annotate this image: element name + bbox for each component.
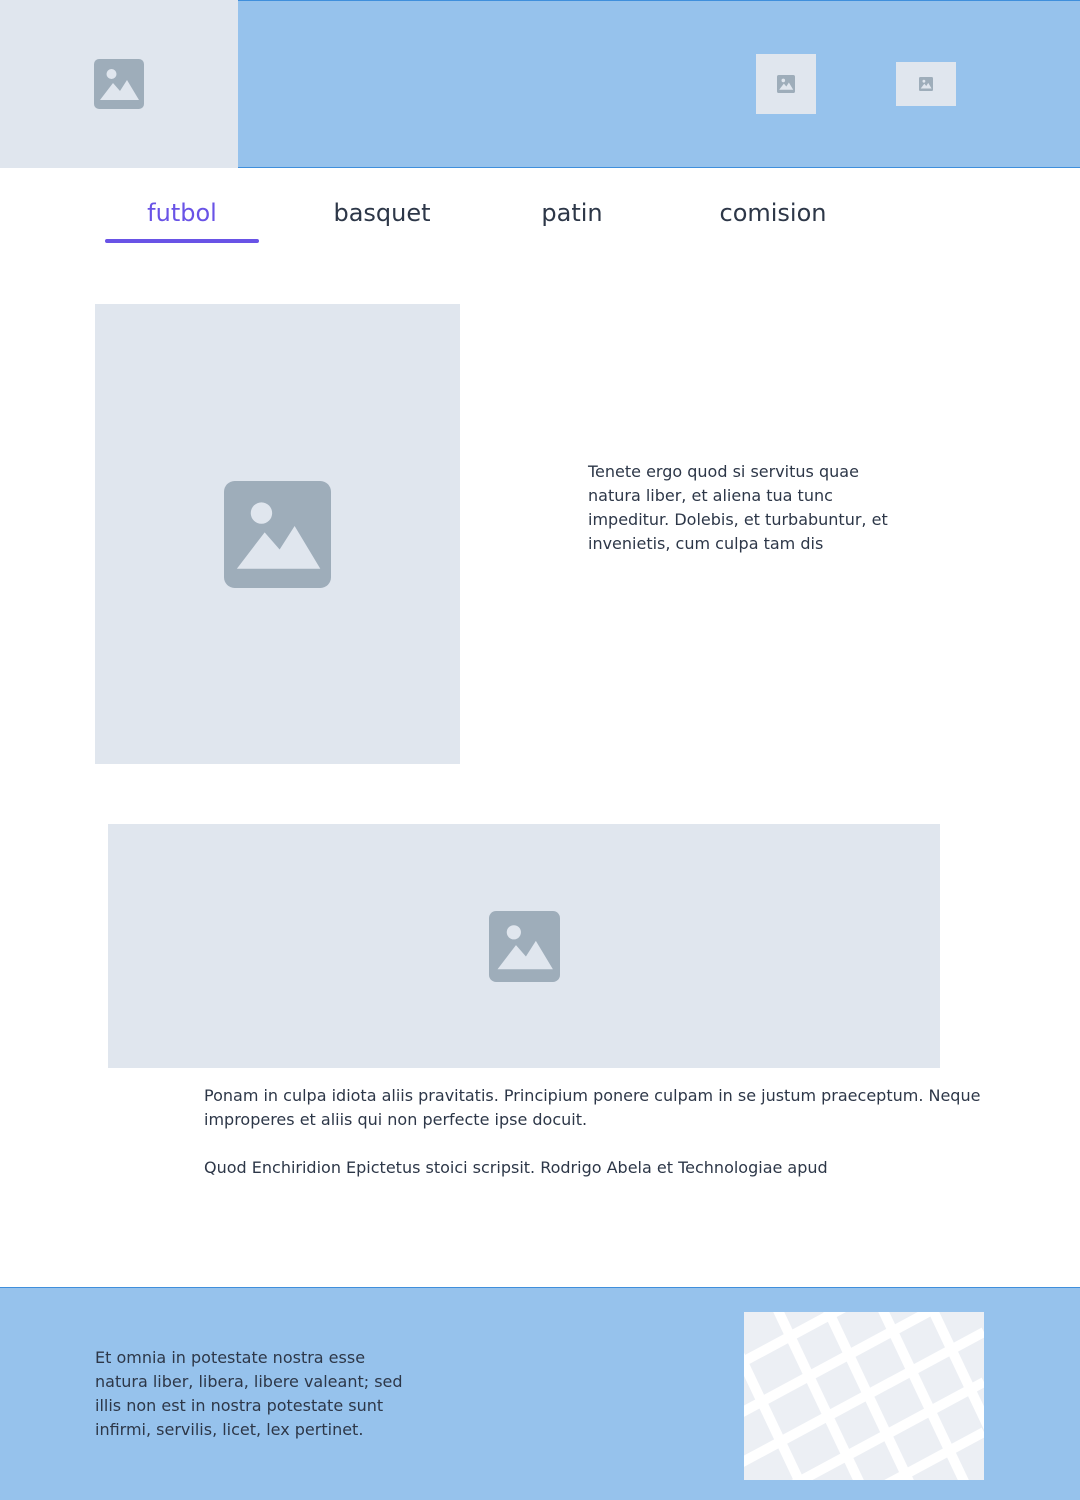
tab-comision[interactable]: comision <box>693 196 853 230</box>
paragraph: Quod Enchiridion Epictetus stoici scrips… <box>204 1158 828 1177</box>
map-placeholder-icon <box>744 1312 984 1480</box>
paragraph: Ponam in culpa idiota aliis pravitatis. … <box>204 1086 981 1129</box>
logo[interactable] <box>0 0 238 168</box>
image-placeholder-icon <box>488 910 560 982</box>
map[interactable] <box>744 1312 984 1480</box>
section-text: Tenete ergo quod si servitus quae natura… <box>588 462 888 553</box>
image-placeholder-icon <box>777 75 795 93</box>
image-placeholder-icon <box>224 480 331 588</box>
image-placeholder-icon <box>919 77 933 91</box>
tab-patin[interactable]: patin <box>502 196 642 230</box>
footer-text: Et omnia in potestate nostra esse natura… <box>95 1348 403 1439</box>
banner-image <box>108 824 940 1068</box>
header-image-2[interactable] <box>896 62 956 106</box>
image-placeholder-icon <box>94 59 144 109</box>
header-image-1[interactable] <box>756 54 816 114</box>
main-image <box>95 304 460 764</box>
banner-text: Ponam in culpa idiota aliis pravitatis. … <box>204 1084 984 1180</box>
active-tab-indicator <box>105 239 259 243</box>
tab-basquet[interactable]: basquet <box>306 196 458 230</box>
tab-futbol[interactable]: futbol <box>105 196 259 230</box>
